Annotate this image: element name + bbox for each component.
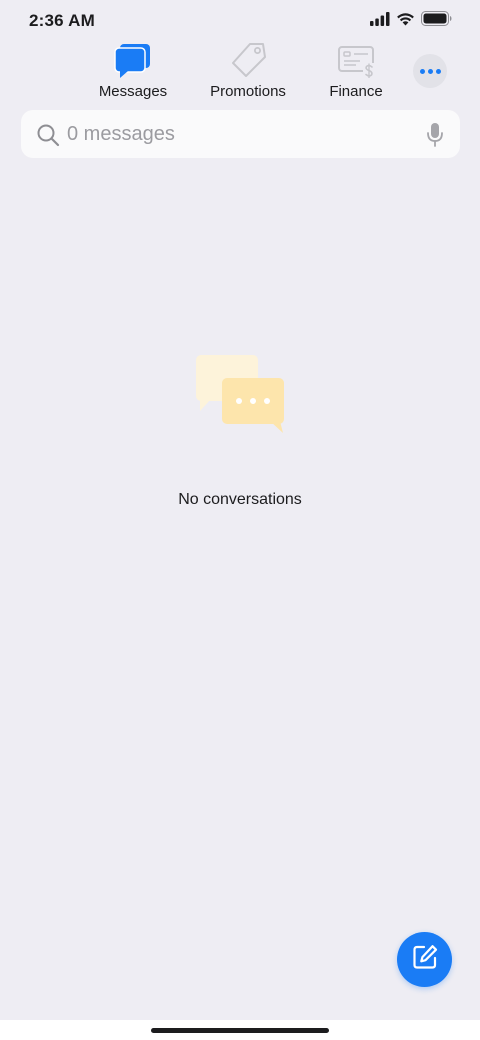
tab-messages[interactable]: Messages <box>96 40 170 104</box>
status-icons <box>370 11 452 31</box>
messages-screen: 2:36 AM Messages Promotions Finance 0 me… <box>0 0 480 1040</box>
tab-label: Promotions <box>210 83 286 100</box>
home-indicator[interactable] <box>151 1028 329 1033</box>
tab-label: Messages <box>98 83 168 100</box>
tab-promotions[interactable]: Promotions <box>208 40 288 104</box>
category-tabs: Messages Promotions Finance <box>0 40 480 104</box>
tab-label: Finance <box>329 83 383 100</box>
search-bar <box>21 110 460 158</box>
bill-icon <box>334 40 378 82</box>
compose-button[interactable] <box>397 932 452 987</box>
microphone-icon[interactable] <box>426 122 444 148</box>
more-button[interactable] <box>413 54 447 88</box>
empty-state-text: No conversations <box>178 491 302 508</box>
search-icon <box>36 123 60 147</box>
signal-icon <box>370 11 390 31</box>
compose-icon <box>411 943 439 976</box>
wifi-icon <box>396 12 415 31</box>
empty-conversations-icon <box>196 355 286 435</box>
search-input[interactable] <box>67 118 407 150</box>
tab-finance[interactable]: Finance <box>328 40 384 104</box>
tag-icon <box>226 40 270 82</box>
battery-icon <box>421 11 452 31</box>
status-time: 2:36 AM <box>29 11 95 30</box>
chat-bubbles-icon <box>111 40 155 82</box>
more-dots-icon <box>419 68 425 74</box>
bottom-bar <box>0 1020 480 1040</box>
status-bar: 2:36 AM <box>0 0 480 44</box>
